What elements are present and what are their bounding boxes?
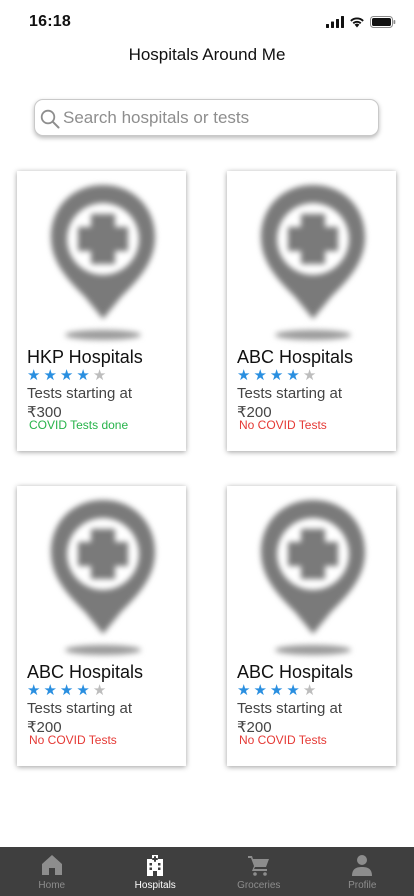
tab-profile[interactable]: Profile	[311, 847, 414, 896]
tab-label: Profile	[348, 880, 377, 891]
person-icon	[350, 853, 374, 877]
hospital-pin-icon	[47, 181, 159, 346]
star-icon: ★	[43, 682, 57, 699]
star-icon: ★	[92, 367, 107, 384]
rating-stars: ★ ★ ★ ★ ★	[27, 682, 107, 699]
star-icon: ★	[253, 367, 267, 384]
hospital-name: ABC Hospitals	[237, 662, 354, 682]
rating-stars: ★ ★ ★ ★ ★	[237, 682, 317, 699]
star-icon: ★	[286, 682, 300, 699]
star-icon: ★	[59, 682, 74, 699]
tab-groceries[interactable]: Groceries	[207, 847, 311, 896]
covid-status: No COVID Tests	[239, 733, 327, 747]
tab-label: Hospitals	[134, 880, 176, 891]
status-icons	[326, 16, 396, 28]
star-icon: ★	[269, 682, 284, 699]
cart-icon	[247, 853, 271, 877]
star-icon: ★	[92, 682, 107, 699]
star-icon: ★	[269, 367, 284, 384]
tests-label: Tests starting at	[237, 385, 343, 402]
tab-label: Groceries	[237, 880, 281, 891]
status-time: 16:18	[29, 13, 71, 30]
hospital-pin-icon	[257, 496, 369, 661]
hospital-name: ABC Hospitals	[27, 662, 144, 682]
tab-bar: Home Hospitals Groceries Profile	[0, 847, 414, 896]
star-icon: ★	[237, 367, 251, 384]
tab-hospitals[interactable]: Hospitals	[104, 847, 208, 896]
hospital-card[interactable]: ABC Hospitals ★ ★ ★ ★ ★ Tests starting at ₹200 N…	[227, 486, 396, 766]
rating-stars: ★ ★ ★ ★ ★	[237, 367, 317, 384]
hospital-card[interactable]: ABC Hospitals ★ ★ ★ ★ ★ Tests starting at ₹200 N…	[227, 171, 396, 451]
search-box[interactable]	[34, 99, 379, 136]
search-icon	[40, 109, 60, 129]
covid-status: No COVID Tests	[29, 733, 117, 747]
hospital-pin-icon	[257, 181, 369, 346]
tests-label: Tests starting at	[27, 385, 133, 402]
tests-label: Tests starting at	[237, 700, 343, 717]
star-icon: ★	[253, 682, 267, 699]
page-title: Hospitals Around Me	[128, 45, 286, 64]
star-icon: ★	[59, 367, 74, 384]
home-icon	[40, 853, 64, 877]
tests-price: Tests starting at ₹200	[237, 384, 387, 422]
star-icon: ★	[43, 367, 57, 384]
star-icon: ★	[237, 682, 251, 699]
battery-icon	[370, 16, 396, 28]
tests-price: Tests starting at ₹200	[27, 699, 177, 737]
covid-status: COVID Tests done	[29, 418, 129, 432]
hospital-pin-icon	[47, 496, 159, 661]
hospital-card[interactable]: ABC Hospitals ★ ★ ★ ★ ★ Tests starting at ₹200 N…	[17, 486, 186, 766]
star-icon: ★	[27, 682, 41, 699]
tab-home[interactable]: Home	[0, 847, 104, 896]
wifi-icon	[350, 17, 364, 28]
star-icon: ★	[76, 367, 90, 384]
tests-price: Tests starting at ₹300	[27, 384, 177, 422]
tests-label: Tests starting at	[27, 700, 133, 717]
star-icon: ★	[27, 367, 41, 384]
status-bar: 16:18	[0, 0, 414, 44]
rating-stars: ★ ★ ★ ★ ★	[27, 367, 107, 384]
star-icon: ★	[76, 682, 90, 699]
tests-price: Tests starting at ₹200	[237, 699, 387, 737]
star-icon: ★	[286, 367, 300, 384]
star-icon: ★	[302, 367, 317, 384]
covid-status: No COVID Tests	[239, 418, 327, 432]
signal-icon	[326, 16, 344, 28]
star-icon: ★	[302, 682, 317, 699]
search-input[interactable]	[63, 100, 373, 135]
hospital-name: HKP Hospitals	[27, 347, 143, 367]
hospital-name: ABC Hospitals	[237, 347, 354, 367]
tab-label: Home	[38, 880, 66, 891]
hospital-building-icon	[143, 853, 167, 877]
hospital-card[interactable]: HKP Hospitals ★ ★ ★ ★ ★ Tests starting at ₹300 C…	[17, 171, 186, 451]
